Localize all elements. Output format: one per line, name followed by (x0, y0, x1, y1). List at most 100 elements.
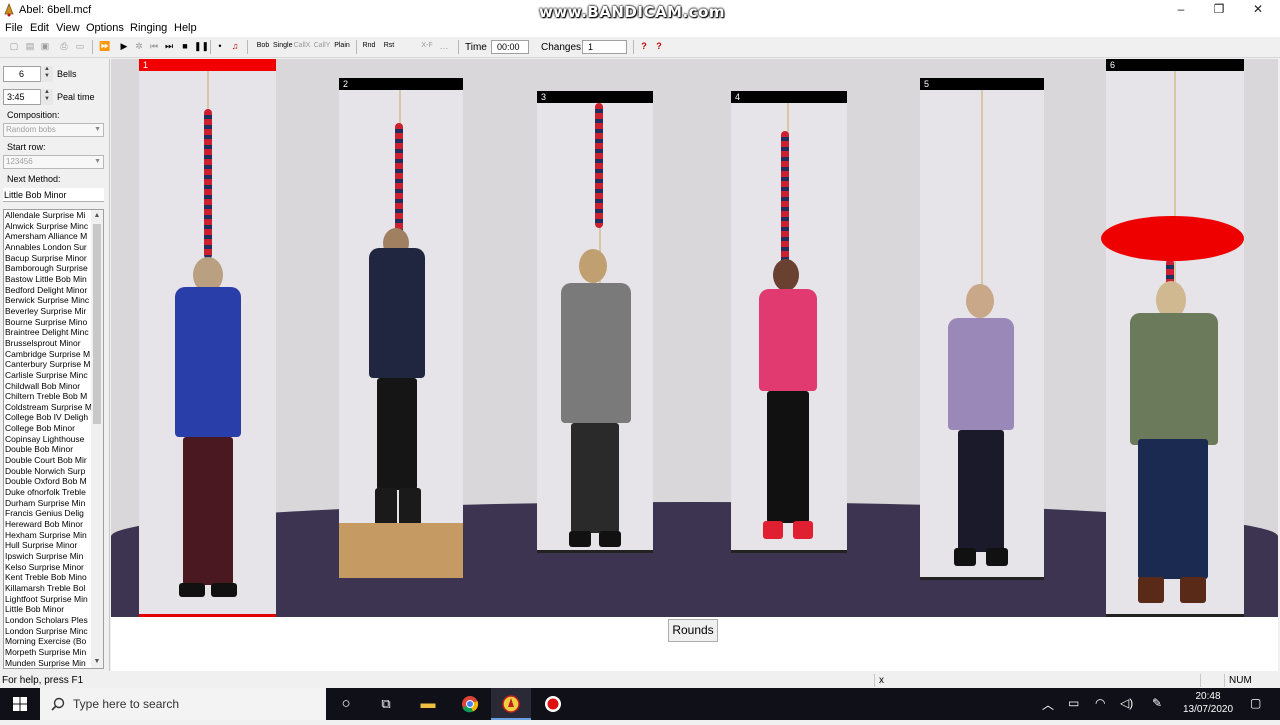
method-list-item[interactable]: Lightfoot Surprise Min (4, 594, 92, 605)
stop-icon[interactable]: ■ (179, 40, 191, 52)
start-row-select[interactable]: 123456 ▼ (3, 155, 104, 169)
minimize-button[interactable]: – (1161, 0, 1201, 20)
reset-button[interactable]: Rst (382, 40, 396, 52)
method-list-item[interactable]: Brusselsprout Minor (4, 338, 92, 349)
play-icon[interactable]: ▶ (118, 40, 130, 52)
taskbar-search[interactable]: Type here to search (40, 688, 326, 720)
method-list-item[interactable]: College Bob IV Deligh (4, 412, 92, 423)
battery-icon[interactable]: ▭ (1068, 696, 1079, 710)
method-list-item[interactable]: Morning Exercise (Bo (4, 636, 92, 647)
composition-select[interactable]: Random bobs ▼ (3, 123, 104, 137)
method-list-item[interactable]: Allendale Surprise Mi (4, 210, 92, 221)
skip-forward-icon[interactable]: ⏭ (163, 40, 175, 52)
task-view-icon[interactable]: ⧉ (366, 688, 406, 720)
bell-1-panel[interactable]: 1 (139, 59, 276, 617)
method-list-item[interactable]: College Bob Minor (4, 423, 92, 434)
menu-options[interactable]: Options (86, 22, 124, 34)
context-help-icon[interactable]: ? (653, 40, 665, 52)
music-note-icon[interactable]: ♫ (229, 40, 241, 52)
xf-button[interactable]: X-F (420, 40, 434, 52)
cortana-icon[interactable]: ○ (326, 688, 366, 720)
method-list-item[interactable]: Amersham Alliance M (4, 231, 92, 242)
volume-icon[interactable]: ◁) (1120, 696, 1133, 710)
callx-button[interactable]: CallX (293, 40, 311, 52)
dot-icon[interactable]: • (214, 40, 226, 52)
plain-call-button[interactable]: Plain (333, 40, 351, 52)
method-list-item[interactable]: Double Court Bob Mir (4, 455, 92, 466)
help-icon[interactable]: ? (638, 40, 650, 52)
wifi-icon[interactable]: ◠ (1095, 696, 1105, 710)
bell-2-panel[interactable]: 2 (339, 78, 463, 578)
method-list-item[interactable]: Braintree Delight Minc (4, 327, 92, 338)
bells-spinner[interactable]: 6 ▲ ▼ (3, 66, 53, 82)
more-icon[interactable]: … (438, 40, 450, 52)
method-list-item[interactable]: London Surprise Minc (4, 626, 92, 637)
menu-ringing[interactable]: Ringing (130, 22, 167, 34)
method-list-item[interactable]: Chiltern Treble Bob M (4, 391, 92, 402)
menu-help[interactable]: Help (174, 22, 197, 34)
maximize-button[interactable]: ❐ (1199, 0, 1239, 20)
start-button[interactable] (0, 688, 40, 720)
menu-edit[interactable]: Edit (30, 22, 49, 34)
bandicam-record-icon[interactable] (533, 688, 573, 720)
method-list-item[interactable]: Durham Surprise Min (4, 498, 92, 509)
close-button[interactable]: ✕ (1238, 0, 1278, 20)
new-file-icon[interactable]: ▢ (8, 40, 20, 52)
method-list-item[interactable]: Childwall Bob Minor (4, 381, 92, 392)
method-list-item[interactable]: Duke ofnorfolk Treble (4, 487, 92, 498)
menu-view[interactable]: View (56, 22, 80, 34)
method-list-item[interactable]: Berwick Surprise Minc (4, 295, 92, 306)
method-list-item[interactable]: Canterbury Surprise M (4, 359, 92, 370)
print-preview-icon[interactable]: ▭ (74, 40, 86, 52)
method-list-item[interactable]: Double Oxford Bob M (4, 476, 92, 487)
notifications-icon[interactable]: ▢ (1250, 696, 1261, 710)
method-list-item[interactable]: Bamborough Surprise (4, 263, 92, 274)
method-list-item[interactable]: Hereward Bob Minor (4, 519, 92, 530)
method-list-item[interactable]: Hexham Surprise Min (4, 530, 92, 541)
shuffle-icon[interactable]: ✲ (133, 40, 145, 52)
menu-file[interactable]: File (5, 22, 23, 34)
open-file-icon[interactable]: ▤ (24, 40, 36, 52)
pause-icon[interactable]: ❚❚ (194, 40, 209, 52)
method-list-item[interactable]: Double Norwich Surp (4, 466, 92, 477)
method-list-item[interactable]: Beverley Surprise Mir (4, 306, 92, 317)
pen-icon[interactable]: ✎ (1152, 696, 1162, 710)
bell-6-panel[interactable]: 6 (1106, 59, 1244, 617)
method-list-item[interactable]: Francis Genius Delig (4, 508, 92, 519)
method-list-item[interactable]: Munden Surprise Min (4, 658, 92, 668)
chrome-icon[interactable] (450, 688, 490, 720)
abel-app-icon[interactable] (491, 688, 531, 720)
method-list-item[interactable]: Kelso Surprise Minor (4, 562, 92, 573)
bell-4-panel[interactable]: 4 (731, 91, 847, 553)
method-list-item[interactable]: Double Bob Minor (4, 444, 92, 455)
method-list-item[interactable]: Carlisle Surprise Minc (4, 370, 92, 381)
method-list-item[interactable]: Bourne Surprise Mino (4, 317, 92, 328)
rounds-call-button[interactable]: Rnd (362, 40, 376, 52)
method-list-item[interactable]: Bacup Surprise Minor (4, 253, 92, 264)
method-list-item[interactable]: Bedford Delight Minor (4, 285, 92, 296)
save-icon[interactable]: ▣ (39, 40, 51, 52)
method-list-scrollbar[interactable]: ▲ ▼ (91, 210, 103, 668)
method-list-item[interactable]: Cambridge Surprise M (4, 349, 92, 360)
method-list-item[interactable]: Hull Surprise Minor (4, 540, 92, 551)
method-list-item[interactable]: Annables London Sur (4, 242, 92, 253)
scroll-down-icon[interactable]: ▼ (91, 656, 103, 668)
chevron-up-icon[interactable]: ︿ (1042, 696, 1054, 713)
method-list-item[interactable]: Bastow Little Bob Min (4, 274, 92, 285)
method-list-item[interactable]: Ipswich Surprise Min (4, 551, 92, 562)
file-explorer-icon[interactable]: ▬ (408, 688, 448, 720)
scroll-up-icon[interactable]: ▲ (91, 210, 103, 222)
bob-call-button[interactable]: Bob (255, 40, 271, 52)
single-call-button[interactable]: Single (273, 40, 292, 52)
method-list-item[interactable]: Coldstream Surprise M (4, 402, 92, 413)
peal-time-spinner[interactable]: 3:45 ▲ ▼ (3, 89, 53, 105)
bell-5-panel[interactable]: 5 (920, 78, 1044, 580)
spinner-arrows-icon[interactable]: ▲ ▼ (40, 66, 53, 82)
method-list-item[interactable]: Little Bob Minor (4, 604, 92, 615)
fast-forward-icon[interactable]: ⏩ (99, 40, 111, 52)
method-list-item[interactable]: Morpeth Surprise Min (4, 647, 92, 658)
bell-3-panel[interactable]: 3 (537, 91, 653, 553)
method-list-item[interactable]: Killamarsh Treble Bol (4, 583, 92, 594)
method-list-item[interactable]: Kent Treble Bob Mino (4, 572, 92, 583)
cally-button[interactable]: CallY (313, 40, 331, 52)
